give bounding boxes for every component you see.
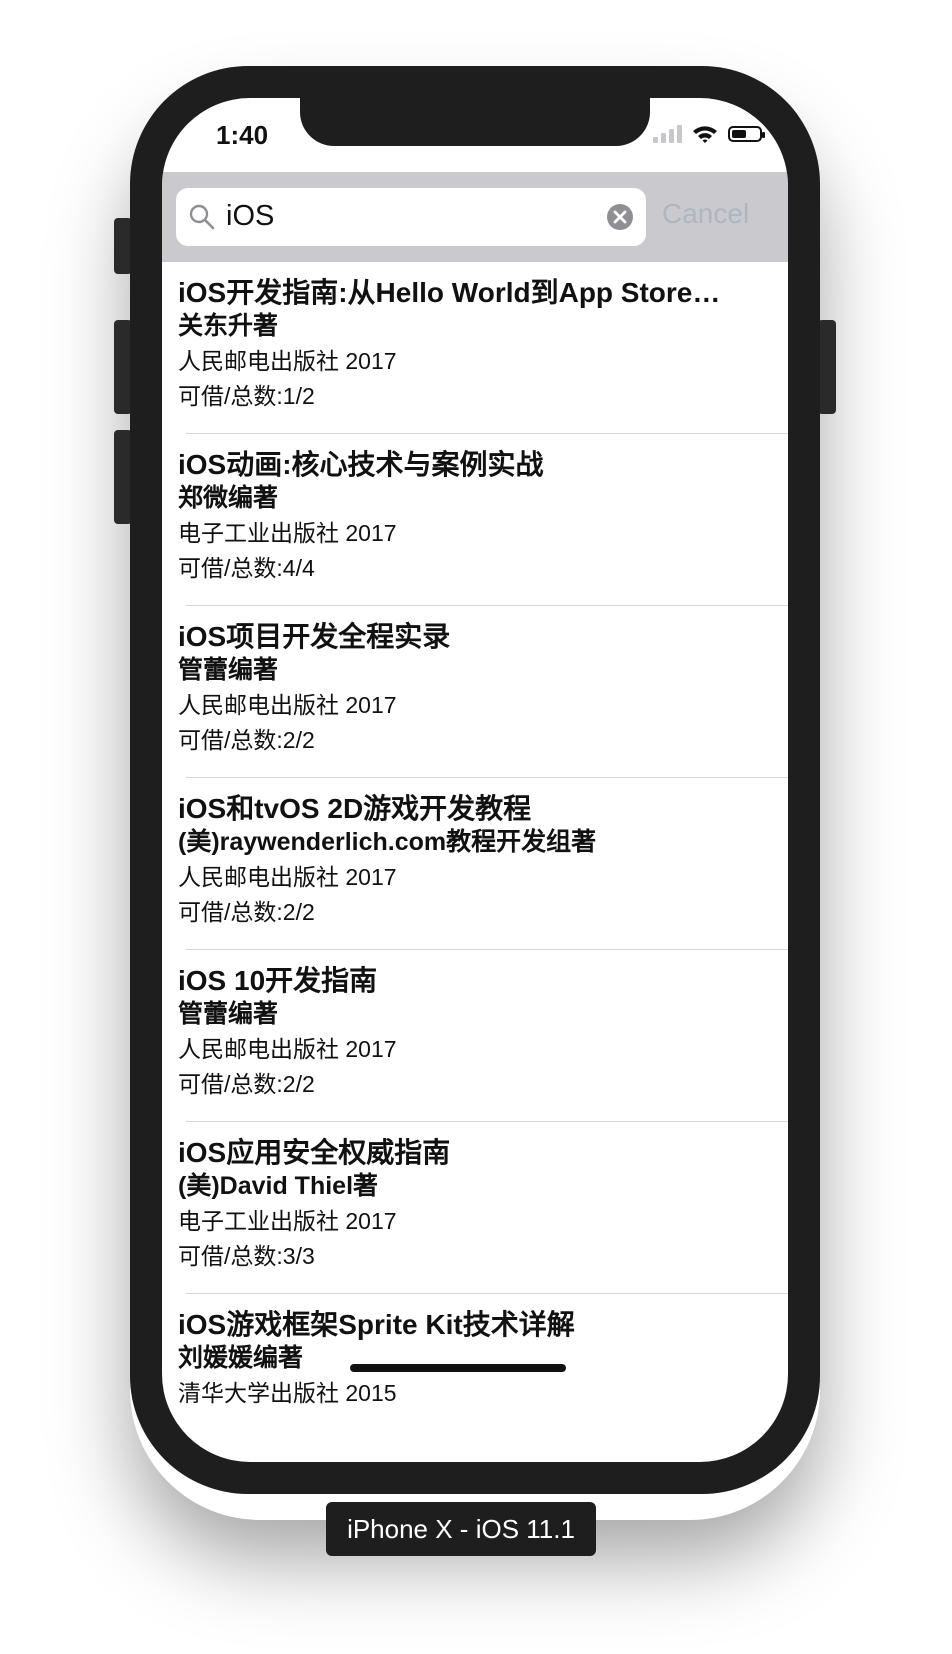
status-time: 1:40 (216, 120, 269, 150)
power-button (818, 320, 836, 414)
book-title: iOS游戏框架Sprite Kit技术详解 (178, 1309, 575, 1340)
book-publisher: 清华大学出版社 2015 (178, 1380, 397, 1406)
results-list: iOS开发指南:从Hello World到App Store… 关东升著 人民邮… (162, 262, 788, 1462)
book-author: 郑微编著 (178, 484, 279, 512)
device-screen: 1:40 iOS Cancel iOS开发指南:从Hello World到App… (162, 98, 788, 1462)
status-icons (653, 124, 765, 144)
book-publisher: 人民邮电出版社 2017 (178, 1036, 397, 1062)
book-title: iOS项目开发全程实录 (178, 621, 451, 652)
book-author: (美)raywenderlich.com教程开发组著 (178, 828, 597, 856)
book-author: 管蕾编著 (178, 656, 279, 684)
book-publisher: 人民邮电出版社 2017 (178, 864, 397, 890)
book-availability: 可借/总数:1/2 (178, 383, 315, 409)
notch (300, 98, 650, 146)
list-item[interactable]: iOS游戏框架Sprite Kit技术详解 刘媛媛编著 清华大学出版社 2015 (162, 1294, 788, 1462)
book-author: 管蕾编著 (178, 1000, 279, 1028)
list-item[interactable]: iOS项目开发全程实录 管蕾编著 人民邮电出版社 2017 可借/总数:2/2 (162, 606, 788, 778)
list-item[interactable]: iOS和tvOS 2D游戏开发教程 (美)raywenderlich.com教程… (162, 778, 788, 950)
book-author: 刘媛媛编著 (178, 1344, 304, 1372)
cellular-signal-icon (653, 125, 682, 143)
book-author: 关东升著 (178, 312, 279, 340)
book-availability: 可借/总数:2/2 (178, 1071, 315, 1097)
book-author: (美)David Thiel著 (178, 1172, 379, 1200)
book-publisher: 人民邮电出版社 2017 (178, 692, 397, 718)
list-item[interactable]: iOS应用安全权威指南 (美)David Thiel著 电子工业出版社 2017… (162, 1122, 788, 1294)
list-item[interactable]: iOS动画:核心技术与案例实战 郑微编著 电子工业出版社 2017 可借/总数:… (162, 434, 788, 606)
book-availability: 可借/总数:2/2 (178, 727, 315, 753)
book-publisher: 人民邮电出版社 2017 (178, 348, 397, 374)
book-title: iOS开发指南:从Hello World到App Store… (178, 277, 721, 308)
wifi-icon (693, 126, 717, 143)
search-input[interactable]: iOS (226, 200, 274, 233)
book-availability: 可借/总数:3/3 (178, 1243, 315, 1269)
battery-icon (728, 126, 765, 142)
book-publisher: 电子工业出版社 2017 (178, 1208, 397, 1234)
book-availability: 可借/总数:4/4 (178, 555, 315, 581)
home-indicator[interactable] (350, 1364, 566, 1372)
book-title: iOS和tvOS 2D游戏开发教程 (178, 793, 532, 824)
search-bar: iOS Cancel (162, 172, 788, 262)
search-icon (189, 204, 215, 230)
book-publisher: 电子工业出版社 2017 (178, 520, 397, 546)
cancel-button[interactable]: Cancel (662, 198, 749, 230)
book-availability: 可借/总数:2/2 (178, 899, 315, 925)
battery-level (732, 130, 747, 138)
list-item[interactable]: iOS 10开发指南 管蕾编著 人民邮电出版社 2017 可借/总数:2/2 (162, 950, 788, 1122)
clear-icon[interactable] (606, 203, 634, 231)
book-title: iOS应用安全权威指南 (178, 1137, 451, 1168)
book-title: iOS 10开发指南 (178, 965, 378, 996)
search-field[interactable]: iOS (176, 188, 646, 246)
device-label: iPhone X - iOS 11.1 (326, 1502, 596, 1556)
book-title: iOS动画:核心技术与案例实战 (178, 449, 544, 480)
list-item[interactable]: iOS开发指南:从Hello World到App Store… 关东升著 人民邮… (162, 262, 788, 434)
